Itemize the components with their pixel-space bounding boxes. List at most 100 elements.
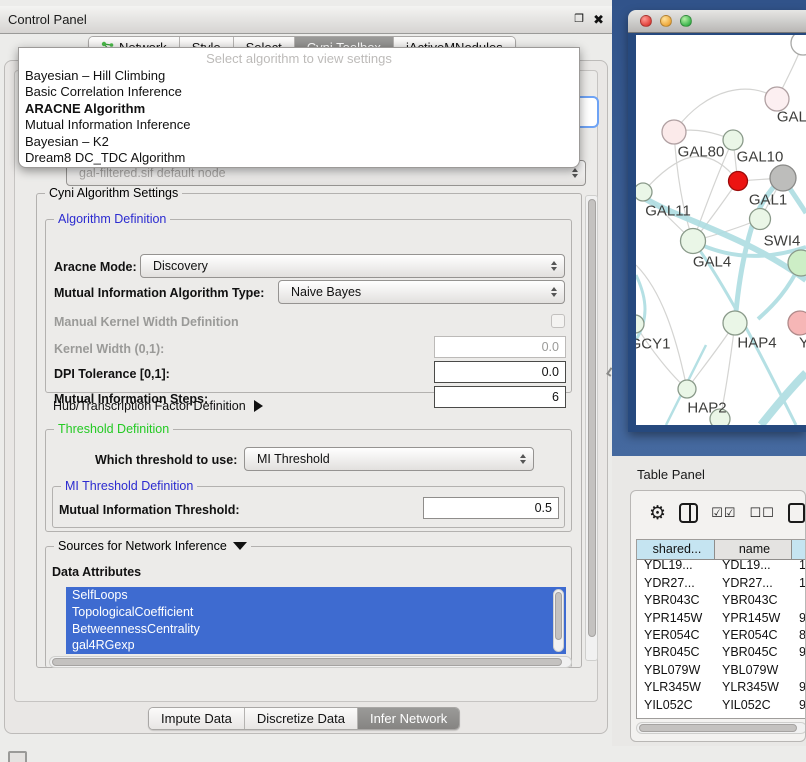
settings-vscrollbar[interactable]: [585, 195, 598, 661]
table-row[interactable]: YLR345WYLR345W9.: [637, 679, 806, 696]
mi-algorithm-type-combo[interactable]: Naive Bayes: [278, 280, 565, 304]
algorithm-option[interactable]: Bayesian – Hill Climbing: [19, 68, 579, 84]
hub-definition-label: Hub/Transcription Factor Definition: [53, 399, 246, 413]
node-gcy1[interactable]: [636, 315, 644, 333]
minimize-window-button[interactable]: [660, 15, 672, 27]
algorithm-definition-title: Algorithm Definition: [54, 212, 170, 226]
node-label-hap4: HAP4: [737, 335, 776, 352]
cell-value: 9.: [792, 644, 806, 661]
node-partial-top[interactable]: [791, 35, 806, 55]
attribute-table[interactable]: shared... name A YDL19...YDL19...13 YDR2…: [636, 539, 806, 719]
corner-mini-button[interactable]: [8, 751, 27, 762]
cell-value: [792, 662, 806, 679]
table-hscrollbar[interactable]: [636, 722, 806, 734]
cell-name: YBR043C: [715, 592, 792, 609]
node-gal4[interactable]: [681, 229, 706, 254]
combo-up-arrow-icon: [551, 287, 557, 291]
which-threshold-combo[interactable]: MI Threshold: [244, 447, 534, 471]
cell-shared: YER054C: [637, 627, 715, 644]
cell-shared: YDR27...: [637, 575, 715, 592]
sources-title-label: Sources for Network Inference: [58, 539, 227, 553]
deselect-all-checkboxes-icon[interactable]: ☐☐: [749, 505, 774, 521]
close-window-button[interactable]: [640, 15, 652, 27]
node-hap4[interactable]: [723, 311, 747, 335]
aracne-mode-label: Aracne Mode:: [54, 260, 137, 274]
node-gal10[interactable]: [723, 130, 743, 150]
attribute-list-vscrollbar-thumb[interactable]: [555, 592, 562, 640]
node-gal1[interactable]: [750, 209, 771, 230]
sources-title-toggle[interactable]: Sources for Network Inference: [54, 539, 251, 553]
node-label-gal11: GAL11: [645, 203, 691, 220]
network-window-body: GAL7 GAL80 GAL10 GAL1 GAL11 SWI4 GAL4 GC…: [628, 33, 806, 432]
table-row[interactable]: YIL052CYIL052C9: [637, 697, 806, 714]
algorithm-option[interactable]: Dream8 DC_TDC Algorithm: [19, 150, 579, 166]
table-row[interactable]: YBR043CYBR043C: [637, 592, 806, 609]
cell-name: YBL079W: [715, 662, 792, 679]
algorithm-option-selected[interactable]: ARACNE Algorithm: [19, 101, 579, 117]
table-row[interactable]: YDL19...YDL19...13: [637, 557, 806, 574]
cell-value: 9.: [792, 679, 806, 696]
gear-icon[interactable]: ⚙: [649, 504, 666, 523]
attribute-list-vscrollbar[interactable]: [553, 589, 564, 652]
mi-steps-field[interactable]: 6: [434, 386, 566, 408]
table-row[interactable]: YPR145WYPR145W9.: [637, 610, 806, 627]
cell-value: 9.: [792, 610, 806, 627]
cell-shared: YPR145W: [637, 610, 715, 627]
cell-name: YBR045C: [715, 644, 792, 661]
attribute-item-selected[interactable]: TopologicalCoefficient: [66, 604, 566, 621]
float-panel-icon[interactable]: ❐: [574, 12, 584, 28]
attribute-item-selected[interactable]: SelfLoops: [66, 587, 566, 604]
new-table-icon[interactable]: [788, 503, 805, 523]
attribute-item-selected[interactable]: gal4RGexp: [66, 637, 566, 654]
attribute-list-hscrollbar-thumb[interactable]: [52, 658, 562, 666]
network-canvas[interactable]: GAL7 GAL80 GAL10 GAL1 GAL11 SWI4 GAL4 GC…: [636, 35, 806, 425]
attribute-item-selected[interactable]: BetweennessCentrality: [66, 621, 566, 638]
dpi-tolerance-label: DPI Tolerance [0,1]:: [54, 367, 170, 381]
node-hap2[interactable]: [678, 380, 696, 398]
mi-algorithm-type-value: Naive Bayes: [291, 285, 361, 299]
network-graph: [636, 35, 806, 425]
mi-algorithm-type-label: Mutual Information Algorithm Type:: [54, 286, 264, 300]
algorithm-popup-placeholder: Select algorithm to view settings: [19, 48, 579, 68]
mi-threshold-field[interactable]: 0.5: [423, 497, 559, 519]
table-row[interactable]: YBL079WYBL079W: [637, 662, 806, 679]
node-gray[interactable]: [770, 165, 796, 191]
tab-impute-data[interactable]: Impute Data: [149, 708, 245, 729]
tab-infer-network[interactable]: Infer Network: [358, 708, 459, 729]
algorithm-option[interactable]: Basic Correlation Inference: [19, 84, 579, 100]
mi-threshold-label: Mutual Information Threshold:: [59, 503, 240, 517]
kernel-width-label: Kernel Width (0,1):: [54, 342, 164, 356]
network-view-window: GAL7 GAL80 GAL10 GAL1 GAL11 SWI4 GAL4 GC…: [628, 10, 806, 432]
select-all-checkboxes-icon[interactable]: ☑☑: [711, 505, 736, 521]
mi-steps-value: 6: [552, 390, 559, 404]
close-panel-icon[interactable]: ✖: [593, 12, 604, 28]
zoom-window-button[interactable]: [680, 15, 692, 27]
node-gal80[interactable]: [662, 120, 686, 144]
algorithm-option[interactable]: Bayesian – K2: [19, 134, 579, 150]
node-pink-right[interactable]: [788, 311, 806, 335]
table-hscrollbar-thumb[interactable]: [639, 724, 797, 732]
settings-vscrollbar-thumb[interactable]: [588, 199, 596, 637]
aracne-mode-combo[interactable]: Discovery: [140, 254, 565, 278]
dpi-tolerance-field[interactable]: 0.0: [434, 361, 566, 383]
tab-discretize-data[interactable]: Discretize Data: [245, 708, 358, 729]
table-row[interactable]: YDR27...YDR27...12: [637, 575, 806, 592]
attribute-list-hscrollbar[interactable]: [49, 656, 572, 668]
bottom-tabstrip: Impute Data Discretize Data Infer Networ…: [148, 707, 460, 730]
node-gal11[interactable]: [636, 183, 652, 201]
algorithm-option[interactable]: Mutual Information Inference: [19, 117, 579, 133]
table-row[interactable]: YBR045CYBR045C9.: [637, 644, 806, 661]
manual-kernel-width-checkbox[interactable]: [551, 314, 565, 328]
control-panel-titlebar: Control Panel ❐ ✖: [0, 6, 612, 34]
columns-icon[interactable]: [679, 503, 698, 523]
node-gal7[interactable]: [765, 87, 789, 111]
cell-shared: YBL079W: [637, 662, 715, 679]
table-row[interactable]: YER054CYER054C8.: [637, 627, 806, 644]
node-selected-red[interactable]: [729, 172, 748, 191]
hub-definition-toggle[interactable]: Hub/Transcription Factor Definition: [53, 399, 263, 413]
node-label-gal7: GAL7: [777, 109, 806, 126]
combo-up-arrow-icon: [572, 168, 578, 172]
node-label-gal1: GAL1: [749, 192, 787, 209]
data-attributes-list[interactable]: SelfLoops TopologicalCoefficient Between…: [66, 587, 566, 654]
aracne-mode-value: Discovery: [153, 259, 208, 273]
